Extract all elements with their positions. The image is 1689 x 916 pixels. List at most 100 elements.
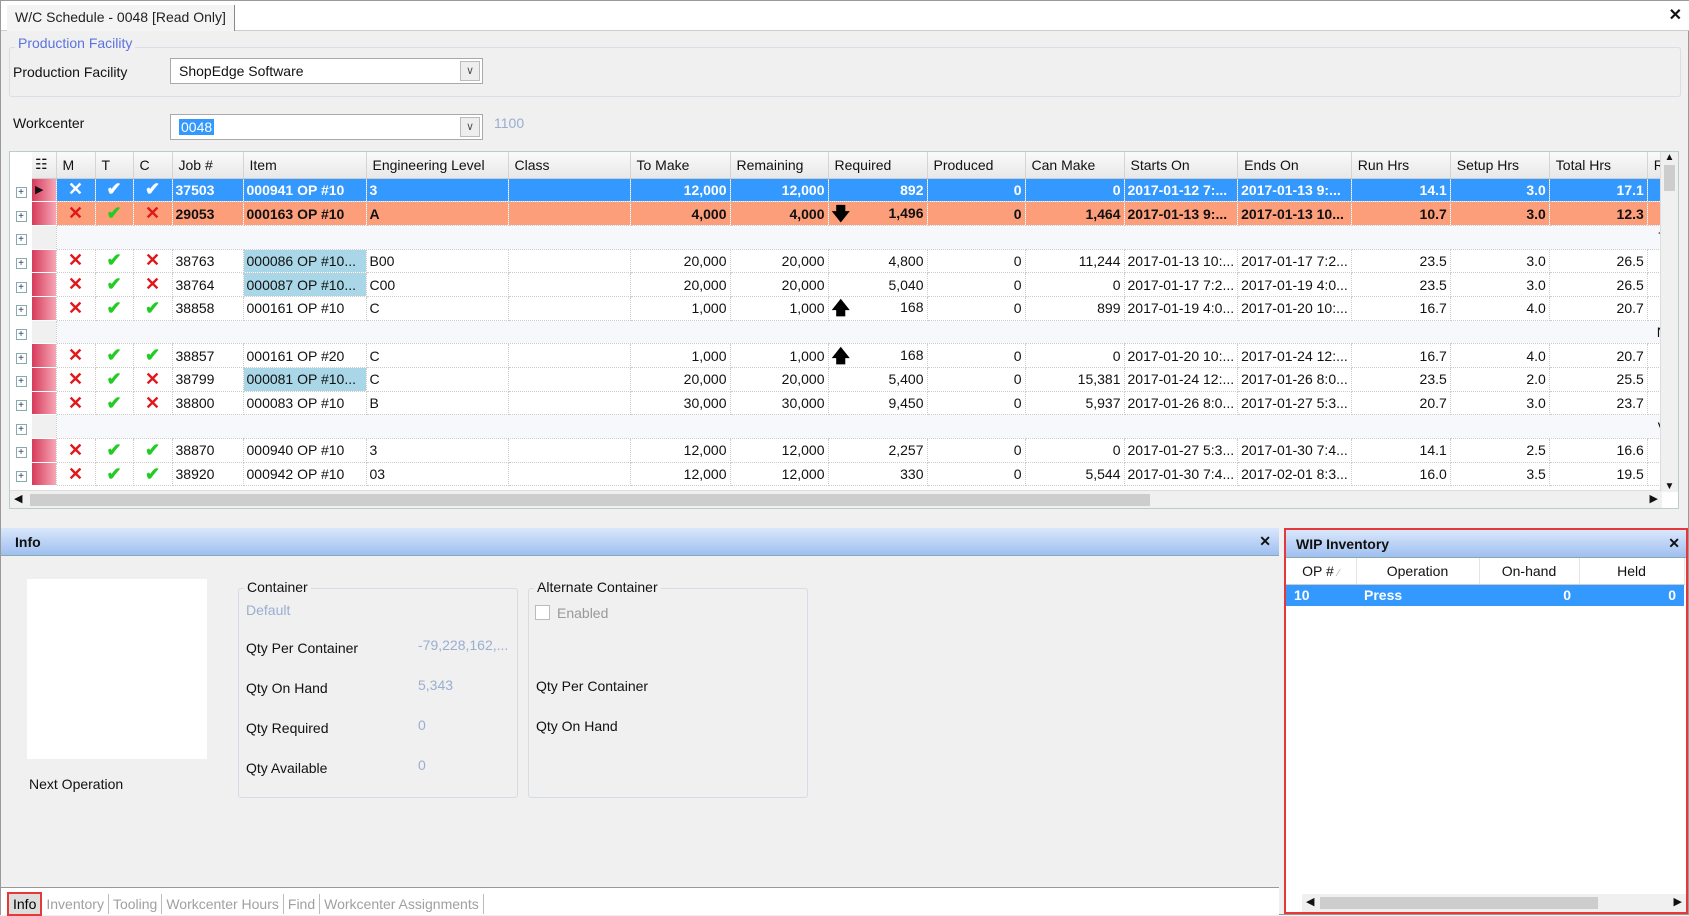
expand-cell[interactable]: + [10,391,32,415]
wip-col-held[interactable]: Held [1579,558,1685,585]
plus-expand-icon[interactable]: + [15,352,27,364]
expand-cell[interactable]: + [10,296,32,321]
expand-cell[interactable]: + [10,272,32,297]
tab-workcenter-assignments[interactable]: Workcenter Assignments [320,894,484,914]
scroll-down-icon[interactable]: ▼ [1661,481,1678,492]
expand-cell[interactable]: + [10,201,32,226]
wip-col-op[interactable]: OP # ⁄ [1286,558,1357,585]
column-header-job-[interactable]: Job # [172,152,244,179]
table-row[interactable]: + ✕ ✔ ✕ 38800 000083 OP #10 B 30,000 30,000 9,450… [10,391,1671,416]
table-row[interactable]: + ✕ ✔ ✕ 38799 000081 OP #10... C 20,000 20,000 5,… [10,367,1671,392]
group-row[interactable]: +V [10,414,1671,440]
chevron-down-icon[interactable]: ∨ [460,117,480,137]
plus-expand-icon[interactable]: + [15,186,27,198]
wip-col-operation[interactable]: Operation [1356,558,1480,585]
chevron-down-icon[interactable]: ∨ [460,61,480,81]
column-header-produced[interactable]: Produced [927,152,1026,179]
tab-find[interactable]: Find [284,894,321,914]
plus-expand-icon[interactable]: + [15,210,27,222]
schedule-grid[interactable]: ☷ M T C Job # Item Engineering Level Class To Ma… [9,151,1679,509]
table-row[interactable]: + ✕ ✔ ✔ 38858 000161 OP #10 C 1,000 1,000 🡅 168 0 89… [10,296,1671,321]
scroll-thumb[interactable] [1664,165,1675,191]
expand-cell[interactable]: + [10,462,32,486]
plus-expand-icon[interactable]: + [15,447,27,459]
expand-cell[interactable]: + [10,367,32,392]
scroll-left-icon[interactable]: ◀ [14,492,22,505]
column-header-m[interactable]: M [56,152,96,179]
group-row[interactable]: +N [10,320,1671,345]
table-row[interactable]: + ✕ ✔ ✔ 38857 000161 OP #20 C 1,000 1,000 🡅 168 0 0 2… [10,343,1671,368]
status-m: ✕ [56,438,96,463]
tab-tooling[interactable]: Tooling [109,894,163,914]
wip-col-onhand[interactable]: On-hand [1479,558,1580,585]
column-header-setup-hrs[interactable]: Setup Hrs [1450,152,1550,179]
wip-row[interactable]: 10 Press 0 0 [1286,584,1684,606]
expand-cell[interactable]: + [10,438,32,463]
group-row[interactable]: +T [10,225,1671,250]
plus-expand-icon[interactable]: + [15,328,27,340]
ends-on-cell: 2017-01-30 7:4... [1237,438,1352,463]
scroll-right-icon[interactable]: ▶ [1674,895,1682,908]
column-header-class[interactable]: Class [508,152,631,179]
column-header-run-hrs[interactable]: Run Hrs [1351,152,1451,179]
column-header-ends-on[interactable]: Ends On [1237,152,1352,179]
plus-expand-icon[interactable]: + [15,305,27,317]
tab-wc-schedule[interactable]: W/C Schedule - 0048 [Read Only] [7,5,235,31]
expand-cell[interactable]: + [10,414,32,439]
produced: 0 [1013,442,1022,459]
to-make: 30,000 [683,395,727,412]
column-header-engineering-level[interactable]: Engineering Level [366,152,509,179]
plus-expand-icon[interactable]: + [15,423,27,435]
scroll-up-icon[interactable]: ▲ [1661,152,1678,163]
close-icon[interactable]: ✕ [1259,533,1271,550]
table-row[interactable]: + ✕ ✔ ✔ 38920 000942 OP #10 03 12,000 12,000 330 0… [10,462,1671,487]
expand-cell[interactable]: + [10,225,32,250]
row-indicator [32,272,57,297]
plus-expand-icon[interactable]: + [15,234,27,246]
close-icon[interactable]: ✕ [1668,535,1680,552]
expand-cell[interactable]: + [10,343,32,368]
job-number: 38800 [175,395,215,412]
expand-cell[interactable]: + [10,249,32,273]
tab-workcenter-hours[interactable]: Workcenter Hours [162,894,284,914]
column-header-to-make[interactable]: To Make [630,152,731,179]
scroll-thumb[interactable] [1320,897,1598,909]
tab-inventory[interactable]: Inventory [42,894,109,914]
plus-expand-icon[interactable]: + [15,471,27,483]
column-header-total-hrs[interactable]: Total Hrs [1549,152,1648,179]
starts-on: 2017-01-19 4:0... [1127,300,1235,317]
close-icon[interactable]: ✕ [1669,5,1682,25]
table-row[interactable]: + ✕ ✔ ✕ 29053 000163 OP #10 A 4,000 4,000 🡇 1,496 0… [10,201,1671,226]
column-header-t[interactable]: T [95,152,134,179]
scroll-left-icon[interactable]: ◀ [1306,895,1314,908]
table-row[interactable]: + ✕ ✔ ✕ 38763 000086 OP #10... B00 20,000 20,000… [10,249,1671,274]
plus-expand-icon[interactable]: + [15,376,27,388]
table-row[interactable]: + ✕ ✔ ✔ 38870 000940 OP #10 3 12,000 12,000 2,257… [10,438,1671,463]
plus-expand-icon[interactable]: + [15,257,27,269]
workcenter-select[interactable]: 0048 ∨ [170,114,483,140]
wip-horizontal-scrollbar[interactable]: ◀ ▶ [1302,894,1686,912]
expand-cell[interactable]: + [10,320,32,344]
horizontal-scrollbar[interactable]: ◀ ▶ [10,490,1662,508]
column-header-starts-on[interactable]: Starts On [1124,152,1239,179]
tab-info[interactable]: Info [7,892,43,916]
column-header-remaining[interactable]: Remaining [730,152,829,179]
scroll-right-icon[interactable]: ▶ [1650,492,1658,505]
column-header-can-make[interactable]: Can Make [1025,152,1125,179]
can-make-cell: 0 [1025,343,1125,368]
wip-operation: Press [1356,584,1479,606]
table-row[interactable]: + ✕ ✔ ✕ 38764 000087 OP #10... C00 20,000 20,000… [10,272,1671,297]
facility-select[interactable]: ShopEdge Software ∨ [170,58,483,84]
check-icon: ✔ [106,368,122,389]
expand-cell[interactable]: + [10,178,32,202]
enabled-checkbox[interactable] [535,605,550,620]
vertical-scrollbar[interactable]: ▲ ▼ [1660,152,1678,492]
column-header-required[interactable]: Required [828,152,928,179]
table-row[interactable]: + ▶ ✕ ✔ ✔ 37503 000941 OP #10 3 12,000 12,000 892 0… [10,178,1671,203]
plus-expand-icon[interactable]: + [15,400,27,412]
column-header-item[interactable]: Item [243,152,367,179]
column-header-c[interactable]: C [133,152,173,179]
scroll-thumb[interactable] [30,494,1150,506]
column-chooser-icon[interactable]: ☷ [32,152,57,179]
plus-expand-icon[interactable]: + [15,281,27,293]
